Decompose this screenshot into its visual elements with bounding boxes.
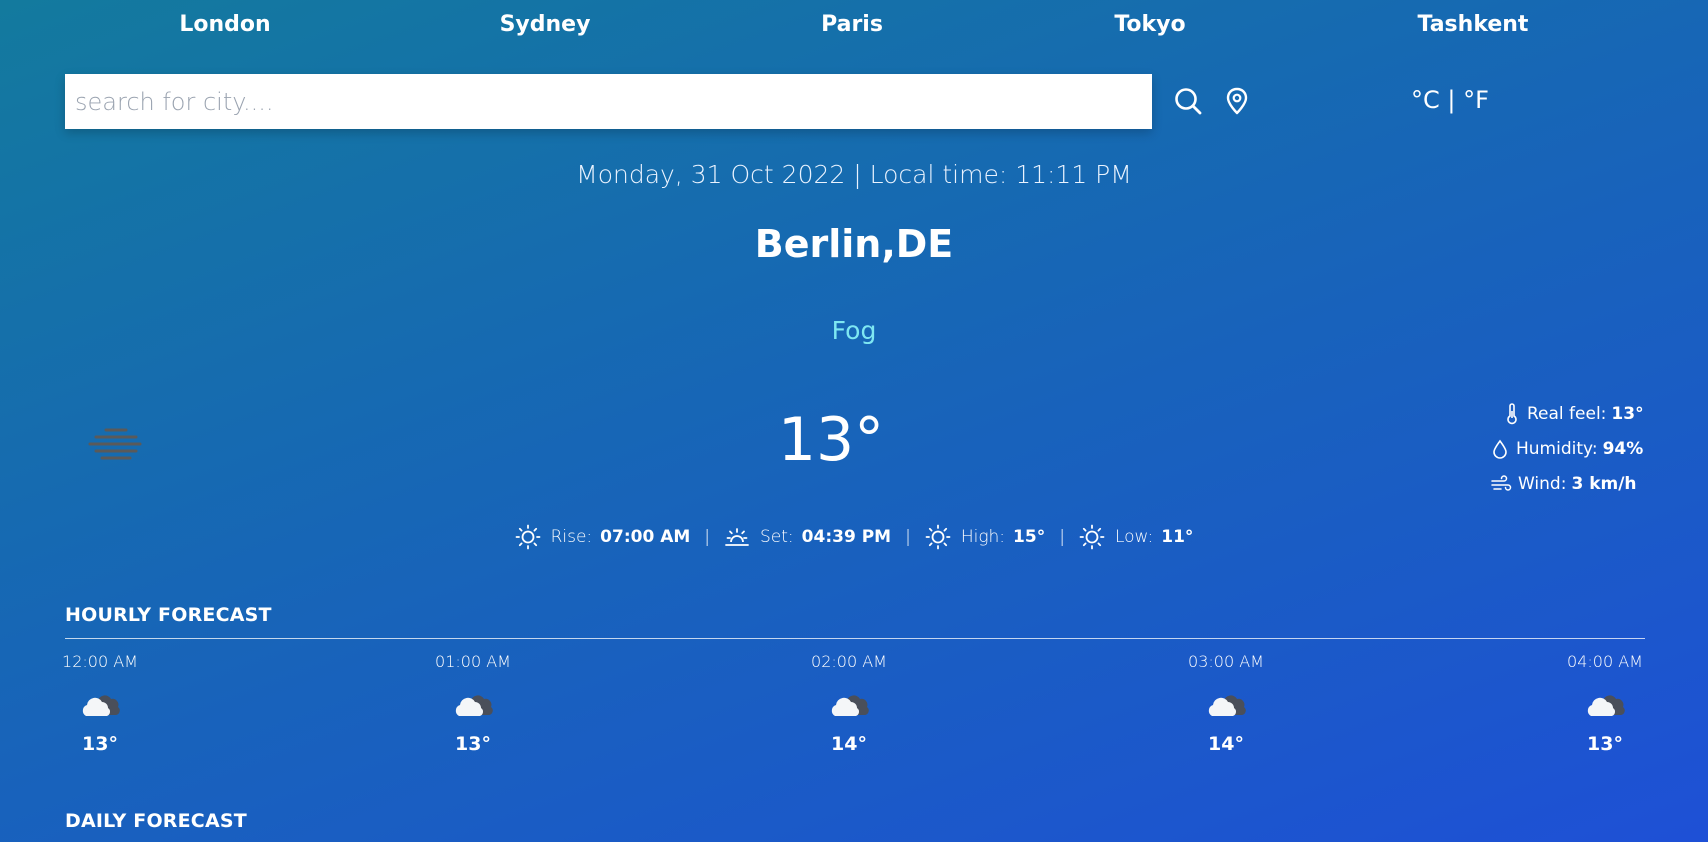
- high-label: High:: [960, 527, 1006, 547]
- fahrenheit-button[interactable]: °F: [1463, 86, 1489, 114]
- real-feel-row: Real feel: 13°: [1503, 396, 1700, 431]
- high-item: High: 15°: [925, 524, 1045, 550]
- wind-icon: [1491, 474, 1512, 491]
- hourly-item: 02:00 AM 14°: [804, 652, 894, 755]
- nav-city-sydney[interactable]: Sydney: [500, 12, 591, 37]
- unit-separator: |: [1447, 86, 1456, 114]
- sunset-icon: [725, 528, 749, 546]
- sun-icon: [515, 524, 540, 550]
- nav-city-tashkent[interactable]: Tashkent: [1418, 12, 1529, 37]
- thermometer-icon: [1507, 402, 1517, 424]
- section-divider: [65, 638, 1645, 639]
- hourly-item: 12:00 AM 13°: [55, 652, 145, 755]
- hourly-temp: 13°: [82, 733, 118, 755]
- sunset-value: 04:39 PM: [801, 527, 892, 547]
- hourly-forecast-title: HOURLY FORECAST: [65, 604, 272, 626]
- humidity-label: Humidity:: [1516, 438, 1598, 459]
- search-input[interactable]: [65, 74, 1152, 129]
- low-label: Low:: [1114, 527, 1154, 547]
- search-icon[interactable]: [1173, 86, 1203, 116]
- low-item: Low: 11°: [1079, 524, 1193, 550]
- unit-toggle: °C | °F: [1411, 86, 1489, 114]
- hourly-temp: 14°: [1208, 733, 1244, 755]
- sun-icon: [925, 524, 951, 550]
- cloud-icon: [831, 695, 869, 716]
- cloud-icon: [455, 695, 493, 716]
- nav-city-london[interactable]: London: [179, 12, 270, 37]
- wind-row: Wind: 3 km/h: [1490, 466, 1700, 501]
- sunset-item: Set: 04:39 PM: [724, 524, 891, 550]
- location-pin-icon[interactable]: [1222, 86, 1252, 116]
- hourly-time: 02:00 AM: [811, 652, 887, 671]
- celsius-button[interactable]: °C: [1411, 86, 1440, 114]
- hourly-forecast-list: 12:00 AM 13° 01:00 AM 13° 02:00 AM 14° 0…: [62, 652, 1645, 782]
- humidity-row: Humidity: 94%: [1490, 431, 1700, 466]
- hourly-temp: 14°: [831, 733, 867, 755]
- hourly-time: 03:00 AM: [1188, 652, 1264, 671]
- hourly-temp: 13°: [1587, 733, 1623, 755]
- real-feel-label: Real feel:: [1527, 403, 1607, 424]
- nav-city-tokyo[interactable]: Tokyo: [1114, 12, 1185, 37]
- sun-info-bar: Rise: 07:00 AM | Set: 04:39 PM | High: 1…: [0, 524, 1708, 550]
- separator: |: [1059, 527, 1065, 547]
- current-temperature: 13°: [777, 405, 885, 475]
- hourly-temp: 13°: [455, 733, 491, 755]
- weather-condition: Fog: [831, 316, 877, 345]
- hourly-item: 03:00 AM 14°: [1181, 652, 1271, 755]
- droplet-icon: [1493, 439, 1507, 459]
- cloud-icon: [1208, 695, 1246, 716]
- sunrise-value: 07:00 AM: [600, 527, 691, 547]
- daily-forecast-title: DAILY FORECAST: [65, 810, 247, 832]
- sun-icon: [1079, 524, 1105, 550]
- hourly-time: 04:00 AM: [1567, 652, 1643, 671]
- date-local-time: Monday, 31 Oct 2022 | Local time: 11:11 …: [576, 160, 1132, 189]
- nav-city-paris[interactable]: Paris: [821, 12, 883, 37]
- high-value: 15°: [1013, 527, 1046, 547]
- sunrise-item: Rise: 07:00 AM: [515, 524, 691, 550]
- search-bar: [65, 74, 1248, 129]
- humidity-value: 94%: [1602, 438, 1644, 459]
- hourly-item: 01:00 AM 13°: [428, 652, 518, 755]
- cloud-icon: [82, 695, 120, 716]
- sunset-label: Set:: [760, 527, 794, 547]
- wind-label: Wind:: [1518, 473, 1567, 494]
- cloud-icon: [1587, 695, 1625, 716]
- wind-value: 3 km/h: [1571, 473, 1637, 494]
- separator: |: [905, 527, 911, 547]
- city-title: Berlin,DE: [754, 222, 954, 266]
- hourly-time: 12:00 AM: [62, 652, 138, 671]
- hourly-item: 04:00 AM 13°: [1560, 652, 1650, 755]
- sunrise-label: Rise:: [550, 527, 593, 547]
- top-city-nav: London Sydney Paris Tokyo Tashkent: [0, 0, 1708, 52]
- hourly-time: 01:00 AM: [435, 652, 511, 671]
- low-value: 11°: [1161, 527, 1194, 547]
- separator: |: [704, 527, 711, 547]
- weather-details: Real feel: 13° Humidity: 94% Wind: 3 km/…: [1490, 396, 1700, 501]
- real-feel-value: 13°: [1611, 403, 1644, 424]
